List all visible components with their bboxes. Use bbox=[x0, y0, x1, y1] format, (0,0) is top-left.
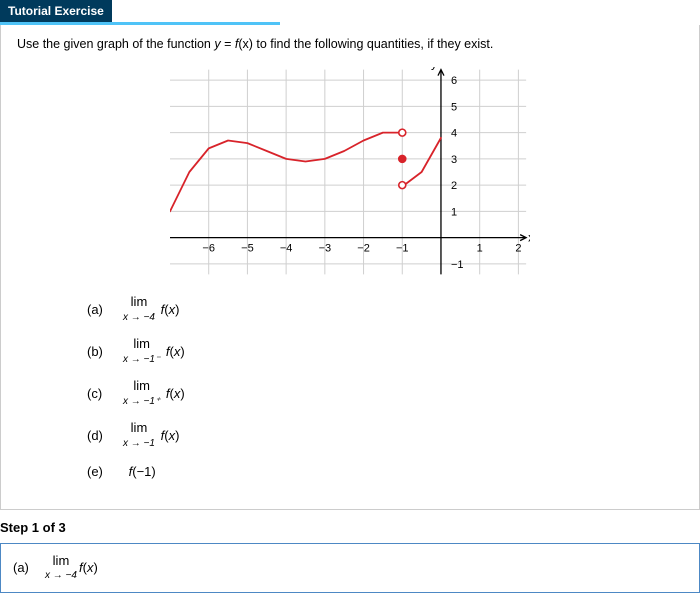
subpart-label: (c) bbox=[87, 386, 123, 401]
prompt-suffix: to find the following quantities, if the… bbox=[256, 37, 493, 51]
svg-text:1: 1 bbox=[451, 206, 457, 218]
function-expression: f(x) bbox=[162, 386, 184, 401]
subpart-label: (d) bbox=[87, 428, 123, 443]
limit-expression: limx → −1⁻ bbox=[123, 337, 160, 365]
svg-text:6: 6 bbox=[451, 75, 457, 87]
svg-text:2: 2 bbox=[451, 180, 457, 192]
svg-text:5: 5 bbox=[451, 101, 457, 113]
subpart-row: (b)limx → −1⁻ f(x) bbox=[87, 337, 683, 365]
limit-expression: limx → −1 bbox=[123, 421, 155, 449]
subpart-row: (d)limx → −1 f(x) bbox=[87, 421, 683, 449]
function-graph: −6 −5 −4 −3 −2 −1 1 2 −1 1 2 3 4 5 6 x y bbox=[170, 67, 530, 277]
answer-limit: lim x → −4 bbox=[45, 554, 77, 582]
subpart-row: (c)limx → −1⁺ f(x) bbox=[87, 379, 683, 407]
function-expression: f(x) bbox=[162, 344, 184, 359]
svg-text:2: 2 bbox=[515, 243, 521, 255]
subparts-list: (a)limx → −4 f(x)(b)limx → −1⁻ f(x)(c)li… bbox=[87, 295, 683, 479]
function-expression: f(x) bbox=[157, 428, 179, 443]
subpart-label: (b) bbox=[87, 344, 123, 359]
svg-text:−1: −1 bbox=[396, 243, 409, 255]
subpart-label: (a) bbox=[87, 302, 123, 317]
function-expression: f(−1) bbox=[125, 464, 156, 479]
prompt-eqn-eq: = bbox=[221, 37, 235, 51]
svg-text:−1: −1 bbox=[451, 259, 464, 271]
svg-text:4: 4 bbox=[451, 128, 457, 140]
svg-text:y: y bbox=[431, 67, 437, 71]
svg-text:−3: −3 bbox=[319, 243, 332, 255]
answer-fn: f(x) bbox=[79, 560, 98, 575]
svg-text:−2: −2 bbox=[357, 243, 370, 255]
exercise-panel: Use the given graph of the function y = … bbox=[0, 25, 700, 510]
svg-text:x: x bbox=[528, 231, 530, 245]
answer-lim-bot: x → −4 bbox=[45, 570, 77, 581]
svg-text:1: 1 bbox=[477, 243, 483, 255]
answer-lim-top: lim bbox=[53, 553, 70, 568]
svg-text:3: 3 bbox=[451, 154, 457, 166]
chart-container: −6 −5 −4 −3 −2 −1 1 2 −1 1 2 3 4 5 6 x y bbox=[17, 67, 683, 277]
step-title: Step 1 of 3 bbox=[0, 520, 700, 535]
svg-text:−4: −4 bbox=[280, 243, 293, 255]
answer-box[interactable]: (a) lim x → −4 f(x) bbox=[0, 543, 700, 593]
limit-expression: limx → −1⁺ bbox=[123, 379, 160, 407]
prompt-eqn-x: (x) bbox=[238, 37, 253, 51]
limit-expression: limx → −4 bbox=[123, 295, 155, 323]
subpart-row: (e) f(−1) bbox=[87, 464, 683, 479]
section-header: Tutorial Exercise bbox=[0, 0, 112, 22]
svg-text:−6: −6 bbox=[202, 243, 215, 255]
prompt-prefix: Use the given graph of the function bbox=[17, 37, 214, 51]
prompt-text: Use the given graph of the function y = … bbox=[17, 37, 683, 51]
function-expression: f(x) bbox=[157, 302, 179, 317]
answer-part-label: (a) bbox=[13, 560, 45, 575]
subpart-row: (a)limx → −4 f(x) bbox=[87, 295, 683, 323]
answer-lim-bot-text: x → −4 bbox=[45, 570, 77, 581]
svg-text:−5: −5 bbox=[241, 243, 254, 255]
subpart-label: (e) bbox=[87, 464, 123, 479]
